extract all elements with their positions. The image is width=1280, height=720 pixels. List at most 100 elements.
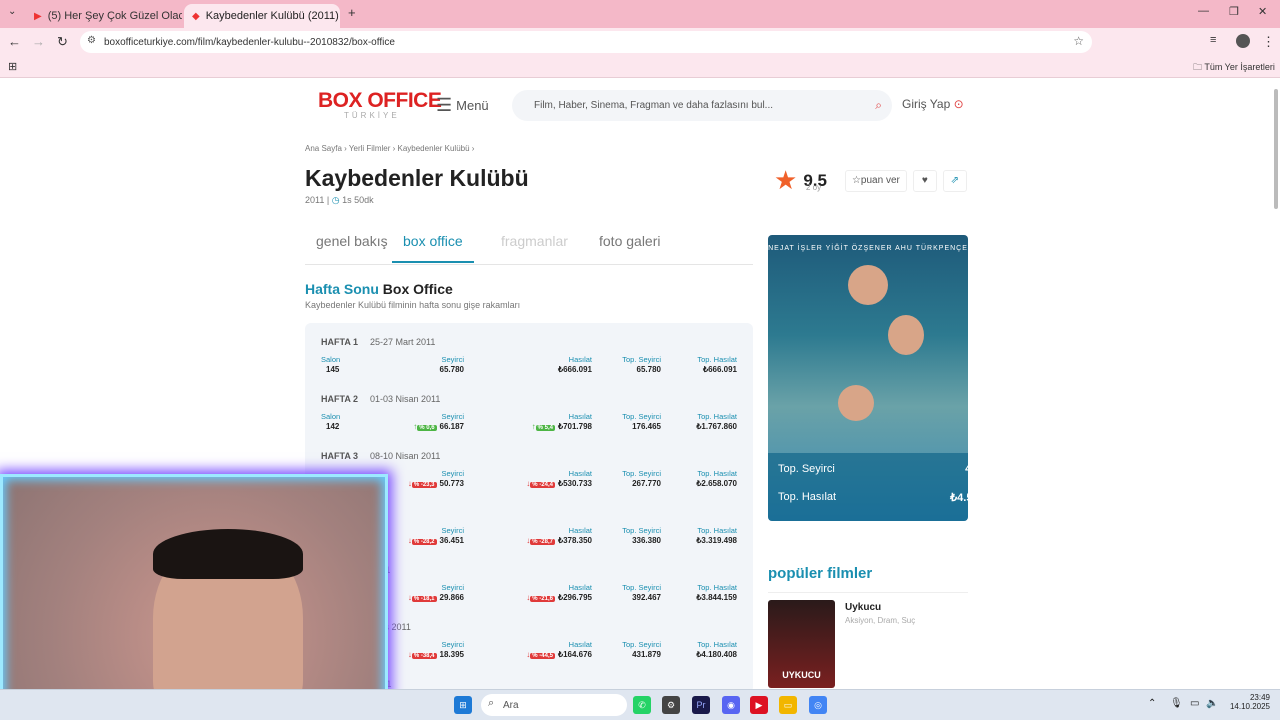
cell-value: ₺4.180.408 <box>696 650 737 659</box>
address-bar[interactable]: ⚙ boxofficeturkiye.com/film/kaybedenler-… <box>80 31 1092 53</box>
taskbar-search-label: Ara <box>503 699 519 711</box>
cell-label: Top. Hasılat <box>697 412 737 421</box>
tab-fragmanlar[interactable]: fragmanlar <box>501 233 568 249</box>
cell-value: ↓% -23,3 50.773 <box>408 479 464 488</box>
microphone-icon[interactable]: 🎙 <box>1170 698 1183 709</box>
date: 14.10.2025 <box>1229 702 1270 711</box>
network-icon[interactable]: ▭ <box>1190 698 1199 709</box>
windows-start-icon[interactable]: ⊞ <box>454 696 472 714</box>
tab-genel-bakis[interactable]: genel bakış <box>316 233 388 249</box>
bookmarks-bar: ⊞ 🗀 Tüm Yer İşaretleri <box>0 56 1280 78</box>
cell-value-text: 65.780 <box>636 365 661 374</box>
cell-value: 145 <box>321 365 340 374</box>
cell-seyirci: Seyirci 65.780 <box>440 355 464 374</box>
login-label: Giriş Yap <box>902 97 951 111</box>
taskbar-search[interactable]: ⌕ Ara <box>481 694 627 716</box>
minimize-button[interactable]: — <box>1198 5 1209 17</box>
cell-value: ₺1.767.860 <box>696 422 737 431</box>
film-poster[interactable]: NEJAT İŞLER YİĞİT ÖZŞENER AHU TÜRKPENÇE … <box>768 235 968 521</box>
rating-block: ★ 9.5 2 oy ☆ puan ver ♥ ⇗ <box>774 165 967 196</box>
cell-value: ₺2.658.070 <box>696 479 737 488</box>
forward-button[interactable]: → <box>32 34 45 49</box>
back-button[interactable]: ← <box>8 34 21 49</box>
rate-button[interactable]: ☆ puan ver <box>844 169 907 192</box>
page-tabs: genel bakış box office fragmanlar foto g… <box>305 227 753 265</box>
cell-top-seyirci: Top. Seyirci 65.780 <box>622 355 661 374</box>
webcam-overlay <box>0 474 388 706</box>
favorite-button[interactable]: ♥ <box>912 169 937 192</box>
search-input[interactable]: Film, Haber, Sinema, Fragman ve daha faz… <box>512 90 892 121</box>
whatsapp-icon[interactable]: ✆ <box>633 696 651 714</box>
more-menu-icon[interactable]: ⋮ <box>1262 34 1275 50</box>
cell-seyirci: Seyirci ↑% 0,6 66.187 <box>413 412 464 431</box>
volume-icon[interactable]: 🔈 <box>1206 698 1218 709</box>
movie-title[interactable]: Uykucu <box>845 602 881 613</box>
cell-seyirci: Seyirci ↓% -28,2 36.451 <box>408 526 464 545</box>
breadcrumb-film[interactable]: Kaybedenler Kulübü <box>398 144 470 153</box>
cell-hasilat: Hasılat ↓% -28,7 ₺378.350 <box>526 526 592 545</box>
stat-top-seyirci: Top. Seyirci 485.580 <box>778 463 968 475</box>
youtube-icon[interactable]: ▶ <box>750 696 768 714</box>
cell-top-seyirci: Top. Seyirci 176.465 <box>622 412 661 431</box>
tab-box-office[interactable]: box office <box>392 233 474 263</box>
site-logo[interactable]: BOX OFFICE TÜRKİYE <box>318 89 442 120</box>
window-close-button[interactable]: ✕ <box>1258 5 1267 18</box>
week-dates: 08-10 Nisan 2011 <box>370 451 441 461</box>
cell-label: Top. Seyirci <box>622 469 661 478</box>
movie-poster-text: UYKUCU <box>782 670 821 680</box>
file-explorer-icon[interactable]: ▭ <box>779 696 797 714</box>
change-badge: % -28,2 <box>411 539 437 545</box>
tab-search-button[interactable]: ⌄ <box>8 6 16 17</box>
tab-title: (5) Her Şey Çok Güzel Olacak | ... <box>47 10 182 22</box>
discord-icon[interactable]: ◉ <box>722 696 740 714</box>
change-badge: % 5,4 <box>535 425 555 431</box>
cell-value-text: 267.770 <box>632 479 661 488</box>
new-tab-button[interactable]: + <box>348 5 356 20</box>
login-button[interactable]: Giriş Yap ⊙ <box>902 97 964 111</box>
site-info-icon[interactable]: ⚙ <box>87 35 96 46</box>
divider <box>768 592 968 593</box>
cell-value: ↓% -21,6 ₺296.795 <box>526 593 592 602</box>
cell-value: 336.380 <box>622 536 661 545</box>
browser-tab-youtube[interactable]: ▶ (5) Her Şey Çok Güzel Olacak | ... ✕ <box>26 4 182 28</box>
share-button[interactable]: ⇗ <box>942 169 967 192</box>
breadcrumb-yerli[interactable]: Yerli Filmler <box>349 144 391 153</box>
cell-value-text: ₺666.091 <box>557 365 592 374</box>
cell-value: ₺666.091 <box>697 365 737 374</box>
breadcrumb: Ana Sayfa › Yerli Filmler › Kaybedenler … <box>305 144 475 153</box>
premiere-icon[interactable]: Pr <box>692 696 710 714</box>
cell-label: Top. Seyirci <box>622 412 661 421</box>
cell-label: Seyirci <box>441 412 464 421</box>
chrome-icon[interactable]: ◎ <box>809 696 827 714</box>
breadcrumb-home[interactable]: Ana Sayfa <box>305 144 342 153</box>
rate-label: puan ver <box>860 175 900 186</box>
hair <box>153 529 303 579</box>
site-favicon-icon: ◆ <box>192 10 200 22</box>
hamburger-icon: ☰ <box>436 95 453 115</box>
menu-button[interactable]: ☰ Menü <box>436 95 489 116</box>
browser-tab-active[interactable]: ◆ Kaybedenler Kulübü (2011) - Bo... ✕ <box>184 4 340 28</box>
cell-value-text: ₺2.658.070 <box>696 479 737 488</box>
chevron-up-icon[interactable]: ⌃ <box>1148 698 1156 709</box>
cell-label: Salon <box>321 412 341 421</box>
all-bookmarks-button[interactable]: 🗀 Tüm Yer İşaretleri <box>1193 60 1275 76</box>
cell-value: 65.780 <box>622 365 661 374</box>
steam-icon[interactable]: ⚙ <box>662 696 680 714</box>
avatar[interactable] <box>1236 34 1250 48</box>
clock[interactable]: 23:49 14.10.2025 <box>1226 693 1270 711</box>
maximize-button[interactable]: ❐ <box>1229 5 1239 18</box>
tab-foto-galeri[interactable]: foto galeri <box>599 233 660 249</box>
search-icon[interactable]: ⌕ <box>875 98 882 113</box>
cell-value: ₺666.091 <box>558 365 592 374</box>
movie-poster[interactable]: UYKUCU <box>768 600 835 688</box>
bookmark-star-icon[interactable]: ☆ <box>1073 34 1084 48</box>
star-icon: ★ <box>774 165 798 195</box>
cell-value-text: ₺378.350 <box>557 536 592 545</box>
apps-icon[interactable]: ⊞ <box>8 60 17 73</box>
cell-label: Top. Seyirci <box>622 640 661 649</box>
reload-button[interactable]: ↻ <box>57 34 68 50</box>
scrollbar[interactable] <box>1274 89 1278 209</box>
cell-value: ↑% 0,6 66.187 <box>413 422 464 431</box>
media-icon[interactable]: ≡ <box>1210 34 1216 46</box>
menu-label: Menü <box>456 98 489 113</box>
